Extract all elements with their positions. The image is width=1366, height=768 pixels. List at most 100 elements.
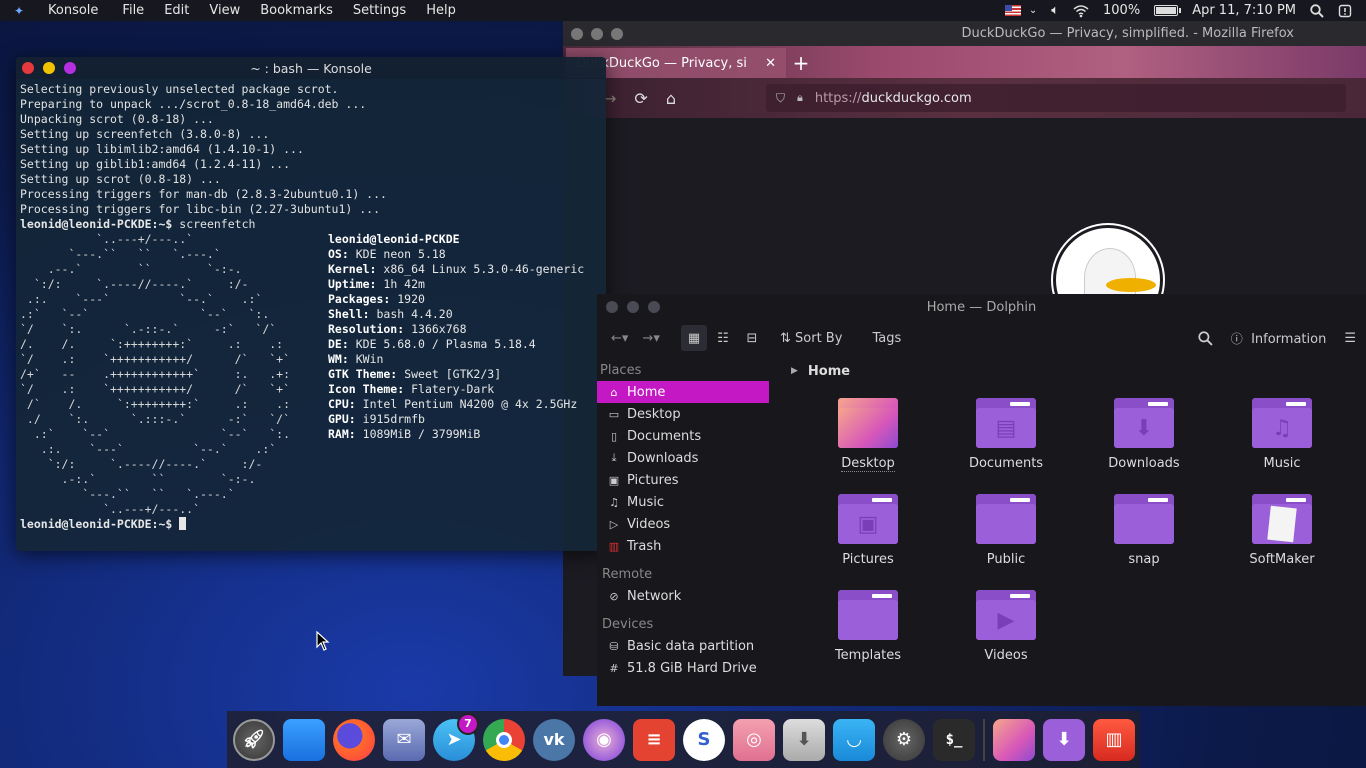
home-icon[interactable]: ⌂ xyxy=(666,89,676,108)
sidebar-item-hard-drive[interactable]: #51.8 GiB Hard Drive xyxy=(597,657,783,679)
user-host: leonid@leonid-PCKDE xyxy=(328,232,460,246)
file-item-downloads[interactable]: ⬇ Downloads xyxy=(1075,398,1213,494)
simplenote-icon[interactable]: S xyxy=(683,718,725,761)
file-item-documents[interactable]: ▤ Documents xyxy=(937,398,1075,494)
sidebar-item-trash[interactable]: ▥ Trash xyxy=(597,535,783,557)
us-flag-icon[interactable] xyxy=(1004,5,1021,16)
desktop-folder-icon xyxy=(838,398,898,448)
terminal-line: Setting up libimlib2:amd64 (1.4.10-1) ..… xyxy=(20,142,304,156)
battery-icon[interactable] xyxy=(1154,5,1182,16)
sidebar-item-downloads[interactable]: ⤓ Downloads xyxy=(597,447,783,469)
file-item-softmaker[interactable]: SoftMaker xyxy=(1213,494,1351,590)
terminal-line: Setting up giblib1:amd64 (1.2.4-11) ... xyxy=(20,157,291,171)
network-icon: ⊘ xyxy=(609,589,619,603)
chrome-icon[interactable] xyxy=(483,718,525,761)
close-window-icon[interactable] xyxy=(571,27,583,40)
settings-icon[interactable]: ⚙︎ xyxy=(883,718,925,761)
menu-view[interactable]: View xyxy=(199,3,250,18)
info-de: DE: KDE 5.68.0 / Plasma 5.18.4 xyxy=(328,337,536,351)
telegram-icon[interactable]: ➤ 7 xyxy=(433,712,479,761)
file-item-music[interactable]: ♫ Music xyxy=(1213,398,1351,494)
file-item-videos[interactable]: ▶ Videos xyxy=(937,590,1075,686)
search-icon[interactable] xyxy=(1198,330,1213,346)
details-view-icon[interactable]: ⊟ xyxy=(739,325,765,351)
battery-percent[interactable]: 100% xyxy=(1103,3,1140,18)
file-item-snap[interactable]: snap xyxy=(1075,494,1213,590)
maximize-window-icon[interactable] xyxy=(611,27,623,40)
information-button[interactable]: ⓘ Information xyxy=(1231,330,1327,347)
new-tab-button[interactable]: + xyxy=(786,48,816,78)
tracking-protection-icon[interactable]: ⛉ xyxy=(776,91,785,106)
volume-icon[interactable]: 🔈︎ xyxy=(1051,3,1059,18)
documents-folder-icon: ▤ xyxy=(976,398,1036,448)
sidebar-item-documents[interactable]: ▯ Documents xyxy=(597,425,783,447)
sidebar-item-desktop[interactable]: ▭ Desktop xyxy=(597,403,783,425)
info-ram: RAM: 1089MiB / 3799MiB xyxy=(328,427,481,441)
sort-by-button[interactable]: ⇅ Sort By xyxy=(780,331,842,346)
clock[interactable]: Apr 11, 7:10 PM xyxy=(1192,3,1296,18)
url-bar[interactable]: ⛉ 🔒︎ https://duckduckgo.com xyxy=(765,84,1346,112)
file-item-desktop[interactable]: Desktop xyxy=(799,398,937,494)
menu-bookmarks[interactable]: Bookmarks xyxy=(250,3,343,18)
archive-manager-icon[interactable]: ⬇ xyxy=(783,718,825,761)
camera-icon[interactable]: ◎ xyxy=(733,718,775,761)
menu-help[interactable]: Help xyxy=(416,3,466,18)
system-info: leonid@leonid-PCKDE OS: KDE neon 5.18 Kern… xyxy=(328,232,584,517)
kde-launcher-icon[interactable]: ✦ xyxy=(0,4,38,18)
sidebar-item-videos[interactable]: ▷ Videos xyxy=(597,513,783,535)
home-icon: ⌂ xyxy=(610,385,618,399)
search-icon[interactable] xyxy=(1310,3,1324,18)
minimize-window-icon[interactable] xyxy=(591,27,603,40)
sidebar-item-music[interactable]: ♫ Music xyxy=(597,491,783,513)
system-tray: ⌄ 🔈︎ 100% Apr 11, 7:10 PM xyxy=(1004,0,1366,21)
lock-icon[interactable]: 🔒︎ xyxy=(797,91,803,105)
notifications-icon[interactable] xyxy=(1338,4,1352,18)
breadcrumb-home[interactable]: Home xyxy=(808,364,850,379)
dock-separator xyxy=(983,718,985,761)
store-bag-icon[interactable]: ◡ xyxy=(833,718,875,761)
terminal-icon[interactable]: $_ xyxy=(933,718,975,761)
breadcrumb-arrow-icon[interactable]: ▶ xyxy=(791,366,798,376)
files-folder-icon[interactable] xyxy=(283,718,325,761)
sidebar-item-network[interactable]: ⊘ Network xyxy=(597,585,783,607)
shell-prompt: leonid@leonid-PCKDE:~$ xyxy=(20,217,173,231)
menu-file[interactable]: File xyxy=(112,3,154,18)
forward-icon[interactable]: →▾ xyxy=(642,331,659,346)
desktop-folder-icon[interactable] xyxy=(993,718,1035,761)
menu-edit[interactable]: Edit xyxy=(154,3,199,18)
back-icon[interactable]: ←▾ xyxy=(611,331,628,346)
places-panel: Places ⌂ Home ▭ Desktop ▯ Documents ⤓ Downlo… xyxy=(597,356,783,706)
menu-settings[interactable]: Settings xyxy=(343,3,416,18)
trash-icon[interactable]: ▥ xyxy=(1093,718,1135,761)
music-icon: ♫ xyxy=(609,495,619,509)
chevron-down-icon[interactable]: ⌄ xyxy=(1029,5,1037,16)
mail-icon[interactable]: ✉︎ xyxy=(383,718,425,761)
url-text[interactable]: https://duckduckgo.com xyxy=(815,91,972,106)
info-wm: WM: KWin xyxy=(328,352,384,366)
hamburger-menu-icon[interactable]: ☰ xyxy=(1344,331,1356,346)
firefox-icon[interactable] xyxy=(333,718,375,761)
file-item-public[interactable]: Public xyxy=(937,494,1075,590)
icons-view-icon[interactable]: ▦ xyxy=(681,325,707,351)
sidebar-item-pictures[interactable]: ▣ Pictures xyxy=(597,469,783,491)
sidebar-item-home[interactable]: ⌂ Home xyxy=(597,381,769,403)
launchpad-rocket-icon[interactable]: 🚀︎ xyxy=(233,718,275,761)
file-item-templates[interactable]: Templates xyxy=(799,590,937,686)
downloads-folder-icon[interactable]: ⬇ xyxy=(1043,718,1085,761)
terminal-output[interactable]: Selecting previously unselected package … xyxy=(16,79,606,535)
vk-icon[interactable]: vk xyxy=(533,718,575,761)
app-name[interactable]: Konsole xyxy=(38,3,112,18)
url-prefix: https:// xyxy=(814,90,862,106)
close-tab-icon[interactable]: ✕ xyxy=(765,56,776,71)
wifi-icon[interactable] xyxy=(1073,4,1089,18)
compact-view-icon[interactable]: ☷ xyxy=(710,325,736,351)
info-icon: ⓘ xyxy=(1230,331,1243,346)
owl-icon[interactable]: ◉ xyxy=(583,718,625,761)
dolphin-title: Home — Dolphin xyxy=(926,299,1037,315)
file-item-pictures[interactable]: ▣ Pictures xyxy=(799,494,937,590)
tags-button[interactable]: Tags xyxy=(872,331,901,346)
text-cursor xyxy=(179,517,187,530)
reload-icon[interactable]: ⟳ xyxy=(634,89,647,108)
sidebar-item-basic-data-partition[interactable]: ⛁ Basic data partition xyxy=(597,635,783,657)
todoist-icon[interactable]: ≡ xyxy=(633,718,675,761)
